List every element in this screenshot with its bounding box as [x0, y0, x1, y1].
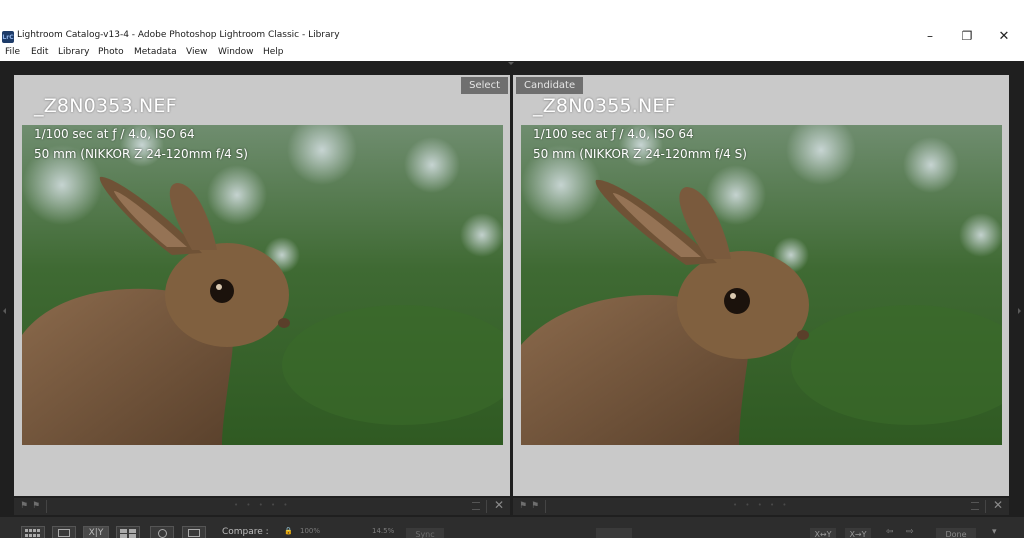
toolbar-scroll-handle[interactable] — [596, 528, 632, 538]
menu-file[interactable]: File — [5, 47, 20, 57]
make-select-button[interactable]: X→Y — [845, 528, 871, 538]
color-label-icon[interactable] — [472, 502, 480, 510]
rating-dots-icon[interactable]: • • • • • — [733, 501, 790, 509]
compare-label: Compare : — [222, 527, 269, 537]
candidate-filename: _Z8N0355.NEF — [533, 95, 676, 117]
reject-flag-icon[interactable]: ⚑ — [32, 501, 40, 511]
top-panel-toggle-icon[interactable] — [508, 62, 514, 65]
menu-metadata[interactable]: Metadata — [134, 47, 177, 57]
close-pane-icon[interactable]: ✕ — [494, 498, 504, 512]
select-exif-exposure: 1/100 sec at ƒ / 4.0, ISO 64 — [34, 127, 195, 141]
previous-arrow-icon[interactable]: ⇦ — [886, 527, 894, 537]
flag-icon[interactable]: ⚑ — [519, 501, 527, 511]
select-photo[interactable] — [22, 125, 503, 445]
rabbit-photo-image — [22, 125, 503, 445]
close-button[interactable]: ✕ — [985, 28, 1023, 44]
flag-icon[interactable]: ⚑ — [20, 501, 28, 511]
grid-glyph — [25, 528, 40, 537]
candidate-exif-lens: 50 mm (NIKKOR Z 24-120mm f/4 S) — [533, 147, 747, 161]
select-exif-lens: 50 mm (NIKKOR Z 24-120mm f/4 S) — [34, 147, 248, 161]
maximize-button[interactable]: ❐ — [948, 28, 986, 44]
reject-flag-icon[interactable]: ⚑ — [531, 501, 539, 511]
close-pane-icon[interactable]: ✕ — [993, 498, 1003, 512]
window-title: Lightroom Catalog-v13-4 - Adobe Photosho… — [17, 30, 340, 40]
display-glyph — [188, 529, 200, 537]
menu-library[interactable]: Library — [58, 47, 89, 57]
rabbit-photo-image — [521, 125, 1002, 445]
candidate-exif-exposure: 1/100 sec at ƒ / 4.0, ISO 64 — [533, 127, 694, 141]
loupe-view-icon[interactable] — [52, 526, 76, 538]
right-panel-toggle-icon[interactable] — [1018, 308, 1021, 314]
menu-photo[interactable]: Photo — [98, 47, 124, 57]
select-label: Select — [461, 77, 508, 94]
compare-view-button[interactable]: X|Y — [83, 526, 109, 538]
zoom-percent: 14.5% — [372, 527, 395, 535]
grid-view-icon[interactable] — [21, 526, 45, 538]
secondary-display-icon[interactable] — [182, 526, 206, 538]
menu-edit[interactable]: Edit — [31, 47, 48, 57]
candidate-photo[interactable] — [521, 125, 1002, 445]
candidate-pane[interactable]: Candidate _Z8N0355.NEF 1/100 sec at ƒ / … — [513, 75, 1009, 496]
select-filename: _Z8N0353.NEF — [34, 95, 177, 117]
survey-view-icon[interactable] — [116, 526, 140, 538]
app-icon-text: LrC — [2, 33, 14, 41]
candidate-label: Candidate — [516, 77, 584, 94]
rating-dots-icon[interactable]: • • • • • — [234, 501, 291, 509]
next-arrow-icon[interactable]: ⇨ — [906, 527, 914, 537]
menu-help[interactable]: Help — [263, 47, 284, 57]
select-pane[interactable]: Select _Z8N0353.NEF 1/100 sec at ƒ / 4.0… — [14, 75, 510, 496]
candidate-pane-bar: ⚑ ⚑ • • • • • ✕ — [513, 498, 1009, 515]
select-pane-bar: ⚑ ⚑ • • • • • ✕ — [14, 498, 510, 515]
minimize-button[interactable]: – — [911, 28, 949, 44]
zoom-value: 100% — [300, 527, 321, 535]
divider — [985, 500, 986, 513]
loupe-glyph — [58, 529, 70, 537]
divider — [486, 500, 487, 513]
swap-button[interactable]: X↔Y — [810, 528, 836, 538]
menu-view[interactable]: View — [186, 47, 207, 57]
done-button[interactable]: Done — [936, 528, 976, 538]
divider — [46, 500, 47, 513]
toolbar-menu-chevron-icon[interactable]: ▾ — [992, 527, 997, 537]
people-view-icon[interactable] — [150, 526, 174, 538]
color-label-icon[interactable] — [971, 502, 979, 510]
face-glyph — [157, 528, 167, 538]
sync-button[interactable]: Sync — [406, 528, 444, 538]
divider — [545, 500, 546, 513]
lock-icon[interactable]: 🔒 — [284, 527, 293, 535]
menu-window[interactable]: Window — [218, 47, 254, 57]
survey-glyph — [120, 528, 136, 538]
lightroom-app-icon: LrC — [2, 31, 14, 43]
left-panel-toggle-icon[interactable] — [3, 308, 6, 314]
